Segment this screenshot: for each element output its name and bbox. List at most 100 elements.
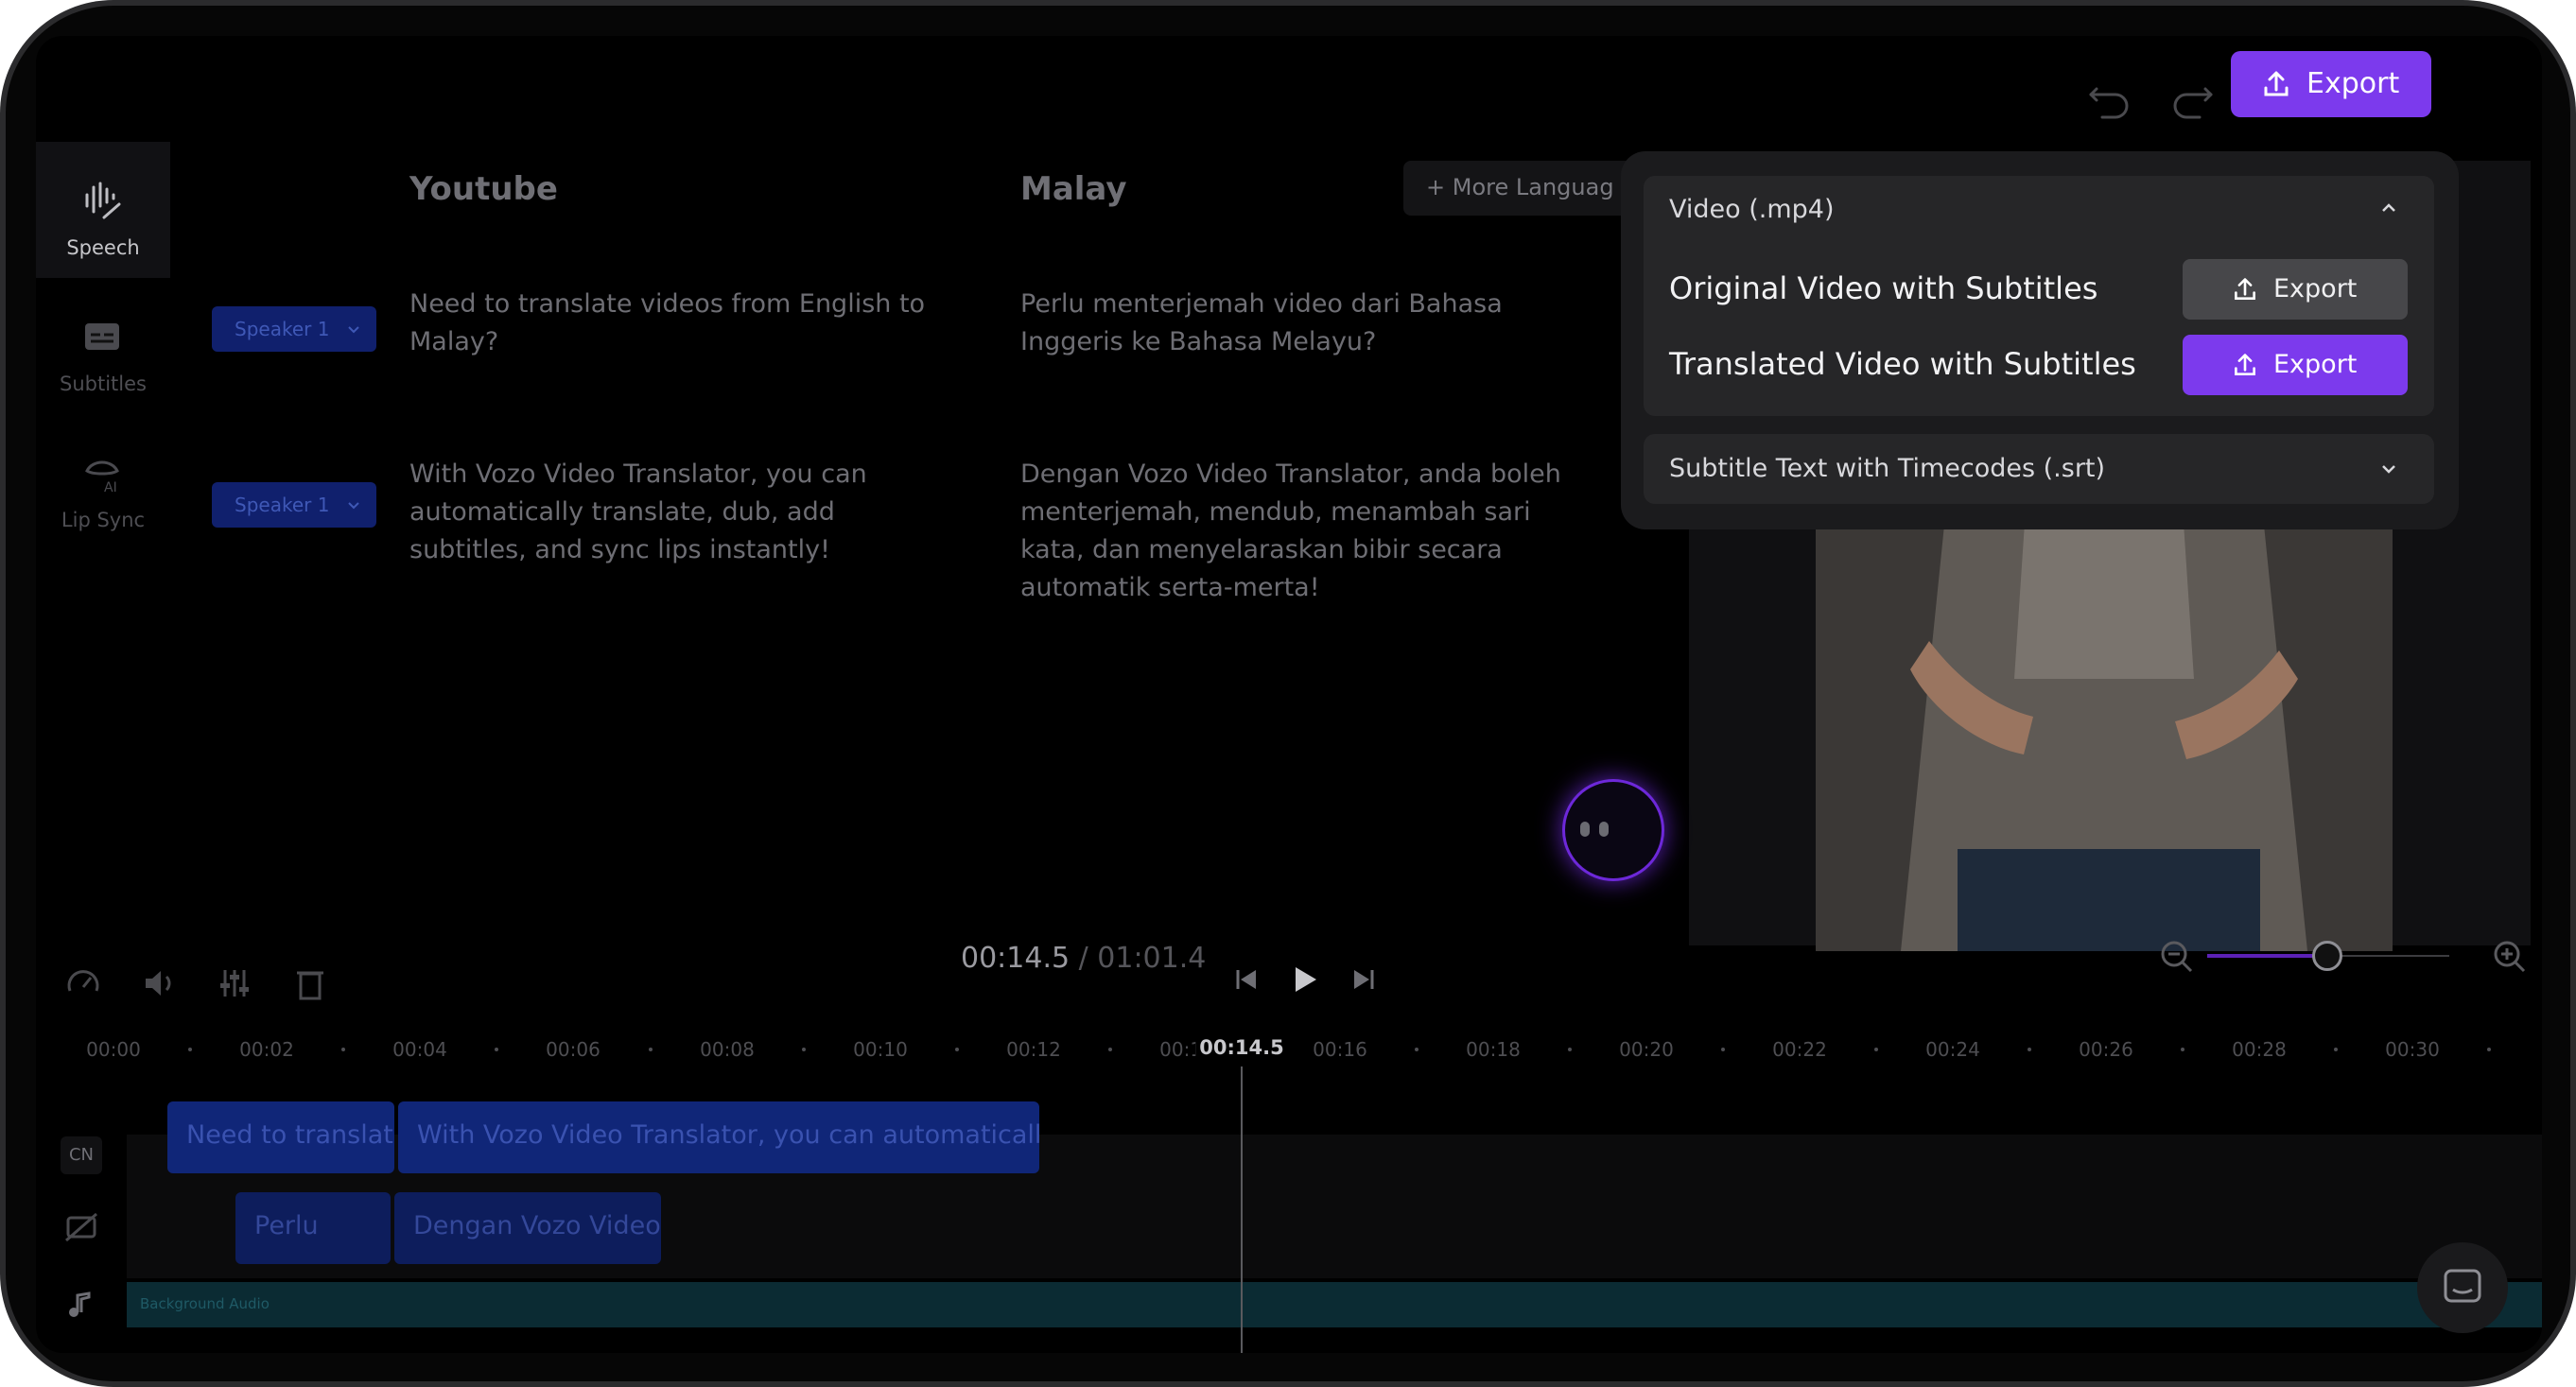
ruler-dot [1568, 1048, 1572, 1051]
source-column-header: Youtube [409, 170, 558, 208]
ruler-dot [1874, 1048, 1878, 1051]
export-button-label: Export [2306, 67, 2400, 100]
ruler-tick-label: 00:08 [700, 1038, 755, 1061]
ruler-tick-label: 00:20 [1619, 1038, 1674, 1061]
speaker-select[interactable]: Speaker 1 [212, 306, 376, 352]
export-button[interactable]: Export [2231, 51, 2431, 117]
ruler-tick-label: 00:22 [1772, 1038, 1827, 1061]
ruler-dot [495, 1048, 498, 1051]
timeline-clip[interactable]: Dengan Vozo Video [394, 1192, 661, 1264]
redo-icon[interactable] [2164, 68, 2220, 125]
time-separator: / [1070, 942, 1098, 975]
rail-item-label: Lip Sync [61, 509, 146, 531]
equalizer-icon[interactable] [216, 964, 253, 1002]
next-icon[interactable] [1345, 961, 1383, 998]
chat-support-button[interactable] [2417, 1242, 2508, 1333]
source-text[interactable]: Need to translate videos from English to… [409, 286, 939, 361]
current-time: 00:14.5 [961, 942, 1070, 975]
assistant-bubble[interactable] [1562, 779, 1664, 881]
svg-text:AI: AI [104, 480, 117, 495]
rail-item-lip-sync[interactable]: AI Lip Sync [36, 450, 170, 545]
music-note-icon [69, 1292, 91, 1317]
ruler-tick-label: 00:04 [392, 1038, 447, 1061]
speech-icon [85, 182, 121, 219]
subtitle-hidden-icon[interactable] [61, 1208, 102, 1246]
ruler-dot [649, 1048, 653, 1051]
rail-item-speech[interactable]: Speech [36, 178, 170, 272]
time-display: 00:14.5 / 01:01.4 [961, 942, 1206, 975]
upload-icon [2235, 278, 2255, 300]
srt-section-title[interactable]: Subtitle Text with Timecodes (.srt) [1669, 454, 2105, 483]
volume-icon[interactable] [140, 964, 178, 1002]
chat-icon [2444, 1269, 2481, 1303]
speed-icon[interactable] [64, 964, 102, 1002]
ruler-tick-label: 00:26 [2079, 1038, 2133, 1061]
source-text[interactable]: With Vozo Video Translator, you can auto… [409, 456, 939, 569]
background-audio-track[interactable]: Background Audio [127, 1282, 2542, 1327]
ruler-dot [955, 1048, 959, 1051]
track-language-badge: CN [61, 1136, 102, 1174]
export-original-label: Export [2273, 274, 2358, 303]
timeline-clip[interactable]: Perlu [235, 1192, 391, 1264]
timeline-clip[interactable]: With Vozo Video Translator, you can auto… [398, 1101, 1039, 1173]
target-column-header: Malay [1020, 170, 1127, 208]
bubble-eye [1599, 822, 1609, 837]
upload-icon [2235, 354, 2255, 375]
lip-sync-icon: AI [85, 460, 119, 495]
export-translated-label: Export [2273, 350, 2358, 379]
zoom-in-icon[interactable] [2491, 938, 2529, 976]
upload-icon [2264, 71, 2289, 96]
chevron-up-icon[interactable] [2376, 195, 2402, 221]
ruler-tick-label: 00:10 [853, 1038, 908, 1061]
zoom-slider-handle[interactable] [2312, 941, 2342, 971]
ruler-dot [188, 1048, 192, 1051]
total-time: 01:01.4 [1097, 942, 1207, 975]
export-translated-button[interactable]: Export [2183, 335, 2408, 395]
ruler-dot [1415, 1048, 1419, 1051]
rail-item-label: Subtitles [60, 373, 147, 395]
export-original-button[interactable]: Export [2183, 259, 2408, 320]
play-icon[interactable] [1286, 961, 1324, 998]
ruler-tick-label: 00:18 [1466, 1038, 1521, 1061]
ruler-dot [2334, 1048, 2338, 1051]
speaker-label: Speaker 1 [235, 494, 330, 516]
delete-icon[interactable] [291, 964, 329, 1002]
app-screen: Export Speech Subtitles AI Lip Sync Yout… [36, 36, 2542, 1353]
original-video-option: Original Video with Subtitles [1669, 270, 2098, 306]
timeline-clip[interactable]: Need to translate [167, 1101, 394, 1173]
ruler-tick-label: 00:12 [1006, 1038, 1061, 1061]
background-audio-label: Background Audio [140, 1295, 270, 1312]
ruler-dot [802, 1048, 806, 1051]
zoom-out-icon[interactable] [2158, 938, 2196, 976]
ruler-tick-label: 00:28 [2232, 1038, 2287, 1061]
undo-icon[interactable] [2081, 68, 2138, 125]
chevron-down-icon[interactable] [2376, 456, 2402, 482]
zoom-slider-fill [2207, 954, 2328, 958]
plus-icon: + [1426, 174, 1453, 200]
ruler-dot [1108, 1048, 1112, 1051]
ruler-tick-label: 00:24 [1925, 1038, 1980, 1061]
subtitles-icon [85, 323, 119, 350]
speaker-label: Speaker 1 [235, 318, 330, 340]
video-section-title[interactable]: Video (.mp4) [1669, 195, 1835, 224]
previous-icon[interactable] [1227, 961, 1265, 998]
target-text[interactable]: Dengan Vozo Video Translator, anda boleh… [1020, 456, 1578, 607]
playhead-line[interactable] [1241, 1066, 1243, 1353]
ruler-tick-label: 00:02 [239, 1038, 294, 1061]
bubble-eye [1580, 822, 1590, 837]
ruler-dot [2028, 1048, 2031, 1051]
ruler-tick-label: 00:16 [1313, 1038, 1367, 1061]
chevron-down-icon [348, 502, 359, 510]
ruler-tick-label: 00:30 [2385, 1038, 2440, 1061]
target-text[interactable]: Perlu menterjemah video dari Bahasa Ingg… [1020, 286, 1578, 361]
translated-video-option: Translated Video with Subtitles [1669, 346, 2136, 382]
speaker-select[interactable]: Speaker 1 [212, 482, 376, 528]
ruler-dot [341, 1048, 345, 1051]
rail-item-subtitles[interactable]: Subtitles [36, 314, 170, 408]
chevron-down-icon [348, 326, 359, 334]
ruler-dot [2181, 1048, 2184, 1051]
more-languages-label: + More Languag [1426, 174, 1614, 200]
ruler-dot [1721, 1048, 1725, 1051]
playhead-time: 00:14.5 [1195, 1036, 1288, 1059]
ruler-tick-label: 00:06 [546, 1038, 600, 1061]
